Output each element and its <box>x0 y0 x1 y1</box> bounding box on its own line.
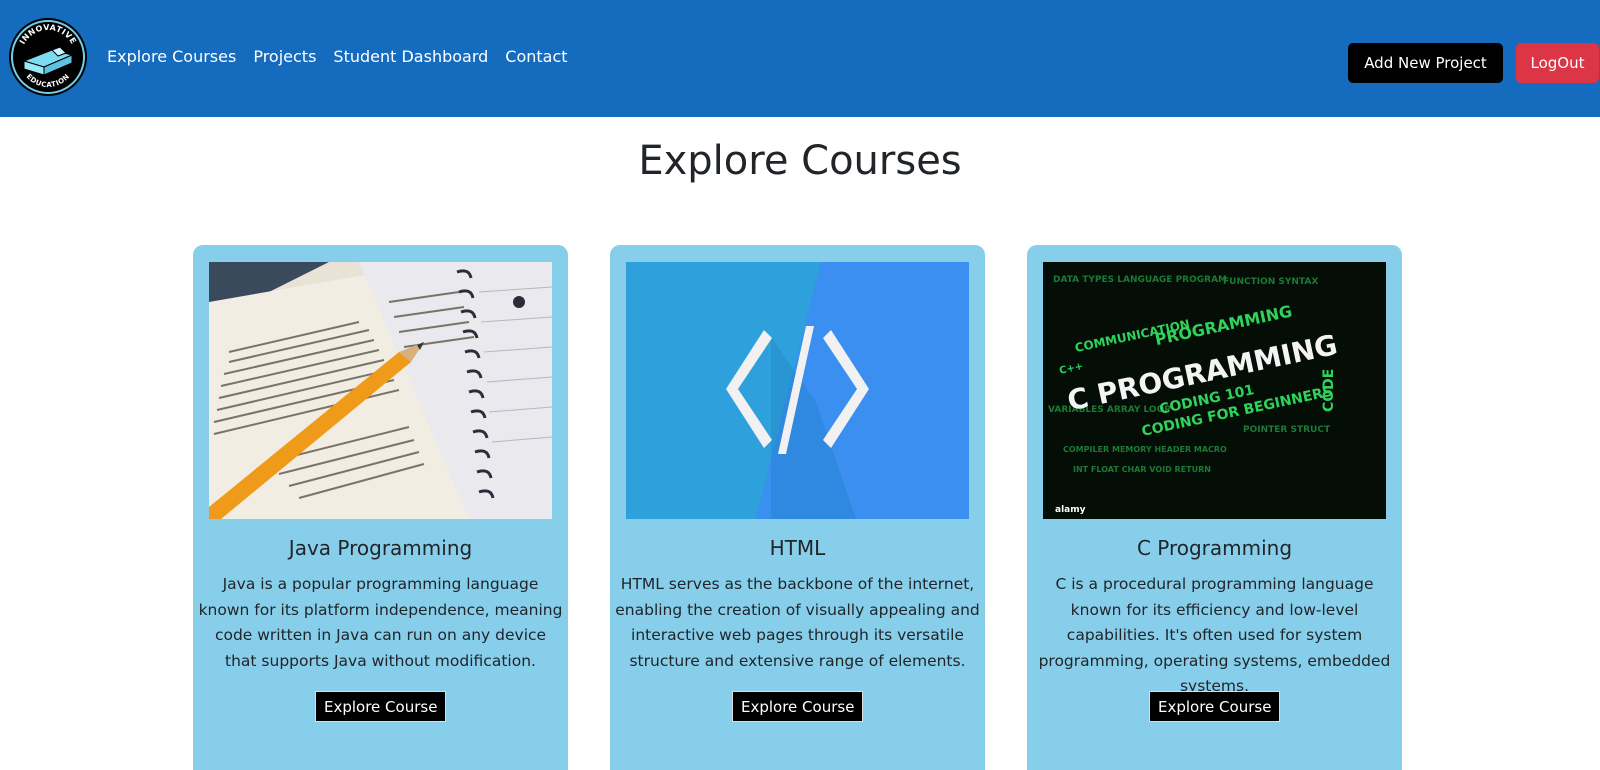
page-title: Explore Courses <box>638 138 962 184</box>
explore-course-button-java[interactable]: Explore Course <box>315 691 446 722</box>
course-card-c: DATA TYPES LANGUAGE PROGRAM FUNCTION SYN… <box>1027 245 1402 770</box>
add-new-project-button[interactable]: Add New Project <box>1348 43 1503 83</box>
nav-links: Explore Courses Projects Student Dashboa… <box>107 47 568 66</box>
svg-text:POINTER STRUCT: POINTER STRUCT <box>1243 425 1331 435</box>
brand-logo[interactable]: INNOVATIVE EDUCATION <box>8 17 88 97</box>
c-course-image: DATA TYPES LANGUAGE PROGRAM FUNCTION SYN… <box>1043 262 1386 519</box>
java-course-image <box>209 262 552 519</box>
nav-explore-courses[interactable]: Explore Courses <box>107 47 236 66</box>
c-image-watermark: alamy <box>1055 505 1086 515</box>
course-description: HTML serves as the backbone of the inter… <box>615 575 980 670</box>
nav-contact[interactable]: Contact <box>505 47 567 66</box>
course-card-html: HTML HTML serves as the backbone of the … <box>610 245 985 770</box>
nav-student-dashboard[interactable]: Student Dashboard <box>333 47 488 66</box>
svg-text:FUNCTION SYNTAX: FUNCTION SYNTAX <box>1223 277 1318 287</box>
course-description: C is a procedural programming language k… <box>1038 575 1391 695</box>
logout-button[interactable]: LogOut <box>1516 43 1599 83</box>
c-image-word: CODE <box>1321 369 1337 412</box>
svg-text:DATA TYPES LANGUAGE PROGRAM: DATA TYPES LANGUAGE PROGRAM <box>1053 275 1227 285</box>
explore-course-button-c[interactable]: Explore Course <box>1149 691 1280 722</box>
html-course-image <box>626 262 969 519</box>
navbar: INNOVATIVE EDUCATION Explore Courses Pro… <box>0 0 1600 117</box>
svg-text:INT FLOAT CHAR VOID RETURN: INT FLOAT CHAR VOID RETURN <box>1073 465 1211 474</box>
course-title: Java Programming <box>288 536 473 560</box>
svg-text:COMPILER MEMORY HEADER MACR: COMPILER MEMORY HEADER MACRO <box>1063 445 1227 454</box>
course-description: Java is a popular programming language k… <box>198 575 563 670</box>
course-title: C Programming <box>1136 536 1293 560</box>
course-title: HTML <box>769 536 826 560</box>
explore-course-button-html[interactable]: Explore Course <box>732 691 863 722</box>
course-card-java: Java Programming Java is a popular progr… <box>193 245 568 770</box>
nav-projects[interactable]: Projects <box>253 47 316 66</box>
